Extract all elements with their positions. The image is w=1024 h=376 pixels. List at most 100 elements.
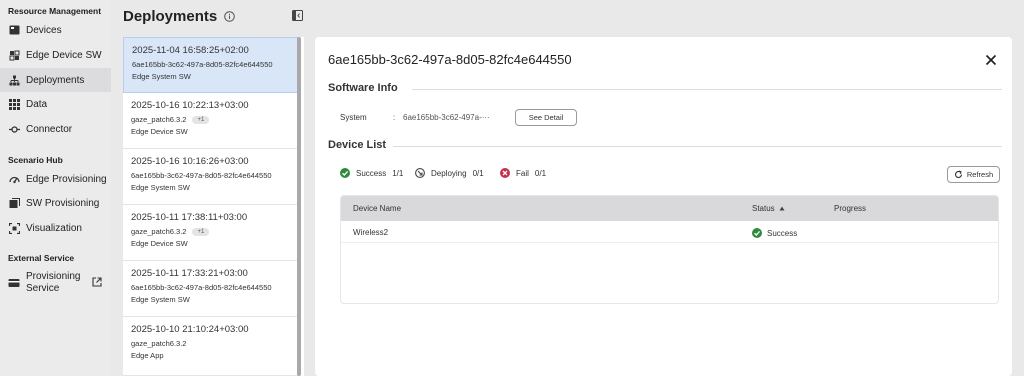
success-check-icon [340, 168, 350, 178]
summary-value: 0/1 [534, 168, 547, 178]
more-badge: +1 [192, 115, 210, 124]
card-type: Edge App [131, 351, 164, 360]
deployment-detail-panel: 6ae165bb-3c62-497a-8d05-82fc4e644550 Sof… [315, 37, 1012, 376]
refresh-button[interactable]: Refresh [947, 166, 1000, 183]
card-timestamp: 2025-10-16 10:22:13+03:00 [131, 100, 249, 111]
card-name: 6ae165bb-3c62-497a-8d05-82fc4e644550 [131, 283, 290, 292]
deployment-card[interactable]: 2025-10-10 21:10:24+03:00 gaze_patch6.3.… [123, 317, 298, 376]
sidebar-item-label: SW Provisioning [26, 197, 100, 209]
success-check-icon [752, 228, 762, 238]
card-type: Edge System SW [131, 183, 190, 192]
card-name-text: gaze_patch6.3.2 [131, 115, 187, 124]
more-badge: +1 [192, 227, 210, 236]
divider [412, 89, 1002, 90]
deployments-icon [8, 74, 20, 86]
sidebar-item-sw-provisioning[interactable]: SW Provisioning [0, 191, 111, 215]
card-name: 6ae165bb-3c62-497a-8d05-82fc4e644550 [132, 60, 289, 69]
column-header-label: Device Name [353, 204, 402, 213]
card-name-text: gaze_patch6.3.2 [131, 227, 187, 236]
section-title-scenario-hub: Scenario Hub [8, 155, 63, 165]
card-type: Edge Device SW [131, 127, 188, 136]
column-header-status[interactable]: Status [752, 204, 785, 213]
see-detail-button[interactable]: See Detail [515, 109, 577, 126]
external-link-icon[interactable] [92, 277, 102, 287]
column-header-progress[interactable]: Progress [834, 204, 866, 213]
card-timestamp: 2025-10-11 17:38:11+03:00 [131, 212, 248, 223]
deployment-card[interactable]: 2025-10-11 17:38:11+03:00 gaze_patch6.3.… [123, 205, 298, 261]
sidebar-item-label: Visualization [26, 222, 82, 234]
connector-icon [8, 123, 20, 135]
divider [393, 146, 1002, 147]
list-scrollbar[interactable] [297, 37, 301, 376]
section-title-resource-management: Resource Management [8, 6, 102, 16]
fail-x-icon [500, 168, 510, 178]
card-name: gaze_patch6.3.2 [131, 339, 290, 348]
card-name: gaze_patch6.3.2 +1 [131, 115, 290, 124]
card-name-text: 6ae165bb-3c62-497a-8d05-82fc4e644550 [132, 60, 273, 69]
sidebar-item-label: Edge Provisioning [26, 173, 107, 185]
deploying-icon [415, 168, 425, 178]
card-name-text: 6ae165bb-3c62-497a-8d05-82fc4e644550 [131, 171, 272, 180]
sw-provisioning-icon [8, 197, 20, 209]
sort-ascending-icon [779, 206, 785, 211]
card-type: Edge System SW [131, 295, 190, 304]
card-name: gaze_patch6.3.2 +1 [131, 227, 290, 236]
system-colon: : [393, 113, 396, 122]
table-row[interactable]: Wireless2 Success [341, 221, 998, 243]
sidebar-item-visualization[interactable]: Visualization [0, 216, 111, 240]
device-table: Device Name Status Progress Wireless2 Su… [340, 195, 999, 304]
list-header: Deployments [123, 5, 236, 27]
card-timestamp: 2025-11-04 16:58:25+02:00 [132, 45, 249, 56]
system-value: 6ae165bb-3c62-497a-··· [403, 113, 490, 122]
table-header: Device Name Status Progress [341, 196, 998, 221]
summary-fail: Fail 0/1 [500, 168, 546, 178]
edge-provisioning-icon [8, 173, 20, 185]
summary-label: Success [356, 168, 387, 178]
summary-label: Fail [516, 168, 529, 178]
card-timestamp: 2025-10-10 21:10:24+03:00 [131, 324, 249, 335]
refresh-icon [954, 170, 962, 178]
sidebar-item-edge-device-sw[interactable]: Edge Device SW [0, 43, 111, 67]
sidebar-item-label: Devices [26, 24, 62, 36]
info-icon[interactable] [224, 10, 236, 22]
deployment-list: 2025-11-04 16:58:25+02:00 6ae165bb-3c62-… [123, 37, 304, 376]
card-timestamp: 2025-10-16 10:16:26+03:00 [131, 156, 249, 167]
refresh-label: Refresh [966, 170, 994, 179]
summary-value: 0/1 [472, 168, 484, 178]
close-icon[interactable] [985, 54, 997, 66]
chip-icon [8, 49, 20, 61]
sidebar-item-label: Data [26, 98, 48, 110]
card-name-text: gaze_patch6.3.2 [131, 339, 187, 348]
card-timestamp: 2025-10-11 17:33:21+03:00 [131, 268, 248, 279]
column-header-label: Progress [834, 204, 867, 213]
grid-icon [8, 98, 20, 110]
card-icon [8, 277, 20, 289]
section-title-external-service: External Service [8, 253, 75, 263]
deployment-card[interactable]: 2025-10-16 10:16:26+03:00 6ae165bb-3c62-… [123, 149, 298, 205]
summary-value: 1/1 [392, 168, 404, 178]
visualization-icon [8, 222, 20, 234]
deployment-card[interactable]: 2025-10-16 10:22:13+03:00 gaze_patch6.3.… [123, 93, 298, 149]
detail-title: 6ae165bb-3c62-497a-8d05-82fc4e644550 [328, 52, 572, 67]
card-type: Edge System SW [132, 72, 191, 81]
summary-deploying: Deploying 0/1 [415, 168, 484, 178]
deployment-card[interactable]: 2025-11-04 16:58:25+02:00 6ae165bb-3c62-… [123, 37, 298, 93]
column-header-label: Status [752, 204, 775, 213]
cell-status: Success [752, 228, 797, 238]
sidebar-item-label: Edge Device SW [26, 49, 102, 61]
cell-device-name: Wireless2 [353, 228, 389, 237]
collapse-panel-icon[interactable] [292, 10, 303, 21]
page-title: Deployments [123, 7, 218, 25]
sidebar-item-provisioning-service[interactable]: Provisioning Service [0, 266, 111, 300]
sidebar-item-edge-provisioning[interactable]: Edge Provisioning [0, 167, 111, 191]
column-header-device-name[interactable]: Device Name [353, 204, 401, 213]
deployment-card[interactable]: 2025-10-11 17:33:21+03:00 6ae165bb-3c62-… [123, 261, 298, 317]
sidebar-item-data[interactable]: Data [0, 92, 111, 116]
sidebar-item-label: Deployments [26, 74, 85, 86]
sidebar-item-connector[interactable]: Connector [0, 117, 111, 141]
card-name-text: 6ae165bb-3c62-497a-8d05-82fc4e644550 [131, 283, 272, 292]
sidebar-item-devices[interactable]: Devices [0, 18, 111, 42]
devices-icon [8, 24, 20, 36]
sidebar-item-deployments[interactable]: Deployments [0, 68, 111, 92]
sidebar-item-label: Provisioning Service [26, 271, 81, 294]
